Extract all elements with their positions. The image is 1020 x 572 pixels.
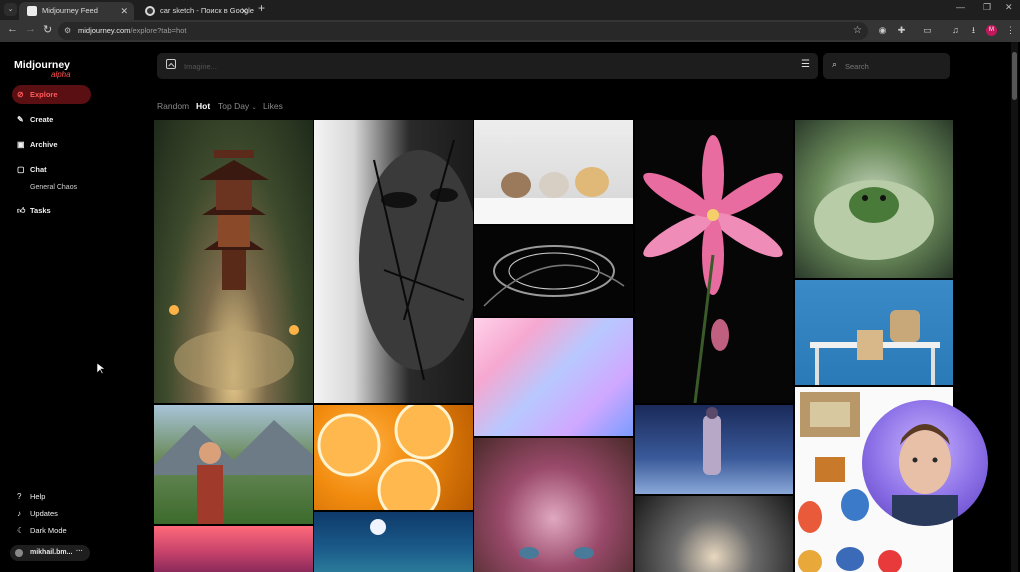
search-box: ⌕	[823, 53, 950, 79]
settings-sliders-icon[interactable]: ☰	[801, 59, 810, 70]
oranges-image	[317, 405, 454, 510]
page-scrollbar[interactable]	[1011, 42, 1018, 572]
forward-icon[interactable]: →	[25, 23, 36, 35]
image-icon: ▣	[17, 140, 25, 149]
jeweled-face-image	[519, 547, 594, 559]
imagine-input[interactable]	[184, 59, 784, 73]
site-info-icon[interactable]: ⚙	[64, 22, 71, 40]
brush-icon: ✎	[17, 115, 24, 124]
browser-toolbar: ← → ↻ ⚙ midjourney.com/explore?tab=hot ☆…	[0, 20, 1020, 42]
search-icon: ⌕	[832, 59, 838, 69]
frog-hands-image	[814, 180, 934, 260]
extensions-puzzle-icon[interactable]: ✚	[896, 25, 907, 36]
restore-icon[interactable]: ❐	[983, 2, 991, 13]
avatar	[15, 549, 23, 557]
back-icon[interactable]: ←	[7, 23, 18, 35]
pink-flower-image	[643, 135, 783, 403]
image-upload-icon[interactable]	[166, 59, 176, 69]
presenter-image	[892, 424, 958, 526]
kittens-puppy-image	[501, 167, 609, 198]
downloads-icon[interactable]: ⭳	[968, 25, 979, 36]
close-tab-icon[interactable]: ✕	[120, 2, 128, 20]
desk-chair-image	[810, 310, 940, 385]
warrior-face-image	[359, 139, 473, 381]
sidebar-item-general-chaos[interactable]: General Chaos	[30, 184, 77, 191]
image-tile-pastel-abstract[interactable]	[474, 318, 633, 436]
mouse-cursor-icon	[97, 363, 105, 375]
image-tile-jeweled-face[interactable]	[474, 438, 633, 572]
tab-top-day[interactable]: Top Day ⌄	[218, 101, 257, 111]
minimize-icon[interactable]: —	[956, 2, 965, 12]
extension-icon[interactable]: ◉	[877, 25, 888, 36]
tab-likes[interactable]: Likes	[263, 101, 283, 111]
image-tile-warrior-face[interactable]	[314, 120, 473, 403]
image-tile-desk-chair[interactable]	[795, 280, 953, 385]
image-tile-kittens-puppy[interactable]	[474, 120, 633, 224]
reload-icon[interactable]: ↻	[43, 23, 52, 36]
user-menu[interactable]: mikhail.bm... ···	[10, 545, 90, 561]
image-tile-sunset-tree[interactable]	[154, 526, 313, 572]
image-tile-mountain-man[interactable]	[154, 405, 313, 524]
thumbs-up-icon: 👍︎	[17, 206, 26, 215]
abstract-rings-image	[483, 245, 625, 307]
compass-icon: ⊘	[17, 90, 24, 99]
browser-tab-google[interactable]: car sketch - Поиск в Google ✕	[137, 2, 254, 20]
sidebar-item-tasks[interactable]: 👍︎ Tasks	[12, 201, 91, 220]
search-input[interactable]	[845, 59, 940, 73]
browser-menu-icon[interactable]: ⋮	[1005, 25, 1016, 36]
webcam-overlay	[862, 400, 988, 526]
address-bar[interactable]: ⚙ midjourney.com/explore?tab=hot ☆	[58, 22, 868, 40]
image-tile-abstract-rings[interactable]	[474, 226, 633, 316]
imagine-prompt-bar: ☰	[157, 53, 818, 79]
browser-tab-midjourney[interactable]: Midjourney Feed ✕	[19, 2, 134, 20]
image-tile-pink-flower[interactable]	[635, 120, 793, 403]
sidebar-toggle-icon[interactable]: ▭	[922, 25, 933, 36]
night-waves-image	[370, 519, 386, 535]
media-control-icon[interactable]: ♫	[950, 25, 961, 36]
sidebar-item-create[interactable]: ✎ Create	[12, 110, 91, 129]
sidebar-item-explore[interactable]: ⊘ Explore	[12, 85, 91, 104]
pagoda-image	[169, 150, 299, 390]
image-tile-pagoda[interactable]	[154, 120, 313, 403]
image-tile-night-waves[interactable]	[314, 512, 473, 572]
more-options-icon[interactable]: ···	[76, 544, 83, 560]
new-tab-button[interactable]: +	[258, 1, 265, 15]
sidebar-item-chat[interactable]: ▢ Chat	[12, 160, 91, 179]
bookmark-star-icon[interactable]: ☆	[853, 22, 862, 40]
tab-random[interactable]: Random	[157, 101, 189, 111]
google-favicon-icon	[145, 6, 155, 16]
midjourney-favicon-icon	[27, 6, 37, 16]
chat-icon: ▢	[17, 165, 25, 174]
image-tile-dessert[interactable]	[635, 496, 793, 572]
scrollbar-thumb[interactable]	[1012, 52, 1017, 100]
image-tile-oranges[interactable]	[314, 405, 473, 510]
close-window-icon[interactable]: ✕	[1005, 2, 1013, 13]
image-tile-frog-hands[interactable]	[795, 120, 953, 278]
alpha-badge: alpha	[51, 70, 71, 79]
browser-tab-bar: ⌄ Midjourney Feed ✕ car sketch - Поиск в…	[0, 0, 1020, 20]
sidebar-item-archive[interactable]: ▣ Archive	[12, 135, 91, 154]
sidebar: Midjourney alpha ⊘ Explore ✎ Create ▣ Ar…	[0, 42, 146, 572]
chevron-down-icon: ⌄	[251, 105, 257, 111]
tab-search-button[interactable]: ⌄	[4, 3, 17, 16]
tab-hot[interactable]: Hot	[196, 101, 210, 111]
mountain-man-image	[154, 420, 313, 524]
close-tab-icon[interactable]: ✕	[240, 2, 248, 20]
profile-avatar[interactable]: M	[986, 25, 997, 36]
sidebar-item-dark-mode[interactable]: ☾ Dark Mode	[12, 521, 91, 540]
image-tile-runway[interactable]	[635, 405, 793, 494]
moon-icon: ☾	[17, 526, 25, 535]
runway-image	[703, 407, 721, 475]
